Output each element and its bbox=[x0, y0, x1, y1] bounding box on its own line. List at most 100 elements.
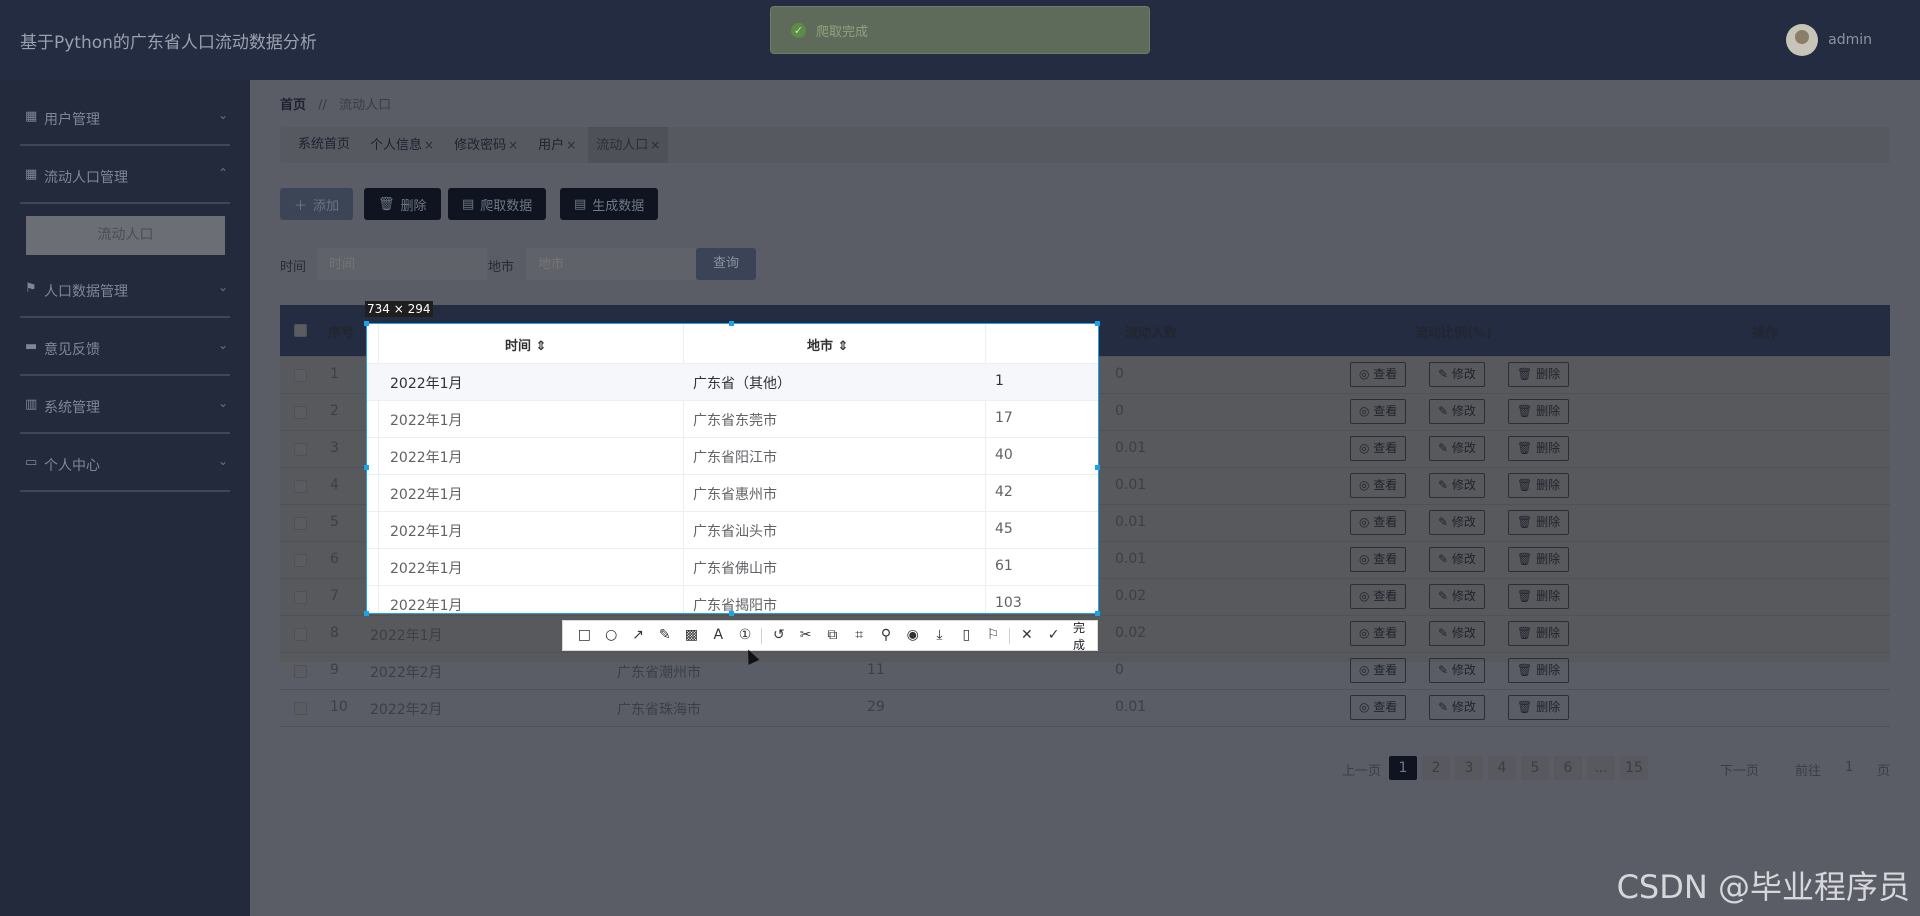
sidebar-item-personal-center[interactable]: ▭ 个人中心 ⌄ bbox=[0, 436, 250, 492]
query-button[interactable]: 查询 bbox=[696, 248, 756, 280]
row-checkbox[interactable] bbox=[294, 369, 307, 382]
resize-handle[interactable] bbox=[729, 611, 734, 616]
delete-row-button[interactable]: 🗑 删除 bbox=[1508, 362, 1570, 387]
sidebar-item-feedback[interactable]: ▬ 意见反馈 ⌄ bbox=[0, 320, 250, 376]
ellipse-tool-icon[interactable]: ○ bbox=[598, 620, 625, 651]
edit-button[interactable]: ✎ 修改 bbox=[1429, 658, 1485, 683]
resize-handle[interactable] bbox=[364, 321, 369, 326]
pencil-tool-icon[interactable]: ✎ bbox=[651, 620, 678, 651]
row-checkbox[interactable] bbox=[294, 591, 307, 604]
edit-button[interactable]: ✎ 修改 bbox=[1429, 473, 1485, 498]
edit-button[interactable]: ✎ 修改 bbox=[1429, 399, 1485, 424]
delete-button[interactable]: 🗑 删除 bbox=[364, 188, 441, 220]
breadcrumb-home[interactable]: 首页 bbox=[280, 98, 306, 113]
close-icon[interactable]: × bbox=[508, 138, 518, 152]
sidebar-item-user-management[interactable]: ▦ 用户管理 ⌄ bbox=[0, 90, 250, 146]
arrow-tool-icon[interactable]: ↗ bbox=[625, 620, 652, 651]
page-number-button[interactable]: 15 bbox=[1620, 756, 1648, 780]
translate-icon[interactable]: ⧉ bbox=[819, 620, 846, 651]
delete-row-button[interactable]: 🗑 删除 bbox=[1508, 547, 1570, 572]
city-input[interactable] bbox=[526, 248, 696, 280]
delete-row-button[interactable]: 🗑 删除 bbox=[1508, 510, 1570, 535]
avatar[interactable] bbox=[1786, 24, 1819, 56]
view-button[interactable]: ◎ 查看 bbox=[1350, 547, 1407, 572]
sort-icon[interactable]: ⇕ bbox=[536, 339, 547, 354]
view-button[interactable]: ◎ 查看 bbox=[1350, 473, 1407, 498]
sidebar-item-system-management[interactable]: ▥ 系统管理 ⌄ bbox=[0, 378, 250, 434]
edit-button[interactable]: ✎ 修改 bbox=[1429, 584, 1485, 609]
phone-icon[interactable]: ▯ bbox=[953, 620, 980, 651]
row-checkbox[interactable] bbox=[294, 517, 307, 530]
sort-icon[interactable]: ⇕ bbox=[838, 339, 849, 354]
edit-button[interactable]: ✎ 修改 bbox=[1429, 621, 1485, 646]
pin-icon[interactable]: ⚲ bbox=[873, 620, 900, 651]
text-tool-icon[interactable]: A bbox=[705, 620, 732, 651]
page-number-button[interactable]: ... bbox=[1587, 756, 1615, 780]
rectangle-tool-icon[interactable]: □ bbox=[571, 620, 598, 651]
time-input[interactable] bbox=[317, 248, 487, 280]
edit-button[interactable]: ✎ 修改 bbox=[1429, 695, 1485, 720]
tab-floating-population[interactable]: 流动人口 × bbox=[588, 127, 669, 163]
delete-row-button[interactable]: 🗑 删除 bbox=[1508, 621, 1570, 646]
goto-page-input[interactable]: 1 bbox=[1845, 760, 1853, 775]
page-number-button[interactable]: 3 bbox=[1455, 756, 1483, 780]
view-button[interactable]: ◎ 查看 bbox=[1350, 695, 1407, 720]
generate-data-button[interactable]: ▤ 生成数据 bbox=[560, 188, 659, 220]
row-checkbox[interactable] bbox=[294, 554, 307, 567]
resize-handle[interactable] bbox=[364, 465, 369, 470]
tab-home[interactable]: 系统首页 bbox=[290, 127, 358, 163]
edit-button[interactable]: ✎ 修改 bbox=[1429, 510, 1485, 535]
header-count[interactable]: 流动人数 bbox=[1125, 322, 1177, 341]
view-button[interactable]: ◎ 查看 bbox=[1350, 399, 1407, 424]
tab-change-password[interactable]: 修改密码 × bbox=[446, 127, 526, 163]
view-button[interactable]: ◎ 查看 bbox=[1350, 362, 1407, 387]
row-checkbox[interactable] bbox=[294, 443, 307, 456]
view-button[interactable]: ◎ 查看 bbox=[1350, 621, 1407, 646]
scissors-icon[interactable]: ✂ bbox=[792, 620, 819, 651]
page-number-button[interactable]: 2 bbox=[1422, 756, 1450, 780]
sidebar-item-floating-population-management[interactable]: ▦ 流动人口管理 ⌃ bbox=[0, 148, 250, 204]
edit-button[interactable]: ✎ 修改 bbox=[1429, 362, 1485, 387]
resize-handle[interactable] bbox=[1095, 465, 1100, 470]
header-ratio[interactable]: 流动比例(%) bbox=[1415, 322, 1492, 341]
row-checkbox[interactable] bbox=[294, 628, 307, 641]
header-city[interactable]: 地市 ⇕ bbox=[807, 335, 848, 354]
resize-handle[interactable] bbox=[1095, 611, 1100, 616]
page-number-button[interactable]: 4 bbox=[1488, 756, 1516, 780]
delete-row-button[interactable]: 🗑 删除 bbox=[1508, 399, 1570, 424]
edit-button[interactable]: ✎ 修改 bbox=[1429, 547, 1485, 572]
close-icon[interactable]: ✕ bbox=[1013, 620, 1040, 651]
row-checkbox[interactable] bbox=[294, 702, 307, 715]
delete-row-button[interactable]: 🗑 删除 bbox=[1508, 695, 1570, 720]
mosaic-tool-icon[interactable]: ▩ bbox=[678, 620, 705, 651]
ocr-icon[interactable]: ⌗ bbox=[846, 620, 873, 651]
user-menu[interactable]: admin bbox=[1786, 24, 1872, 56]
close-icon[interactable]: × bbox=[650, 138, 660, 152]
delete-row-button[interactable]: 🗑 删除 bbox=[1508, 658, 1570, 683]
view-button[interactable]: ◎ 查看 bbox=[1350, 658, 1407, 683]
delete-row-button[interactable]: 🗑 删除 bbox=[1508, 436, 1570, 461]
undo-icon[interactable]: ↺ bbox=[765, 620, 792, 651]
row-checkbox[interactable] bbox=[294, 480, 307, 493]
number-tool-icon[interactable]: ① bbox=[732, 620, 759, 651]
next-page-button[interactable]: 下一页 bbox=[1720, 760, 1759, 779]
view-button[interactable]: ◎ 查看 bbox=[1350, 436, 1407, 461]
crawl-data-button[interactable]: ▤ 爬取数据 bbox=[448, 188, 547, 220]
resize-handle[interactable] bbox=[364, 611, 369, 616]
page-number-button[interactable]: 1 bbox=[1389, 756, 1417, 780]
row-checkbox[interactable] bbox=[294, 665, 307, 678]
page-number-button[interactable]: 6 bbox=[1554, 756, 1582, 780]
view-button[interactable]: ◎ 查看 bbox=[1350, 584, 1407, 609]
table-row[interactable]: 10 2022年2月 广东省珠海市 29 0.01 ◎ 查看 ✎ 修改 🗑 删除 bbox=[280, 690, 1890, 727]
sidebar-item-population-data-management[interactable]: ⚑ 人口数据管理 ⌄ bbox=[0, 262, 250, 318]
capture-region[interactable]: 时间 ⇕ 地市 ⇕ 2022年1月 广东省（其他） 1 2022年1月 广东省东莞市 17 20… bbox=[366, 323, 1099, 614]
delete-row-button[interactable]: 🗑 删除 bbox=[1508, 584, 1570, 609]
submenu-item-floating-population[interactable]: 流动人口 bbox=[26, 216, 225, 255]
add-button[interactable]: ＋ 添加 bbox=[280, 188, 354, 220]
record-icon[interactable]: ◉ bbox=[899, 620, 926, 651]
delete-row-button[interactable]: 🗑 删除 bbox=[1508, 473, 1570, 498]
tab-users[interactable]: 用户 × bbox=[530, 127, 584, 163]
row-checkbox[interactable] bbox=[294, 406, 307, 419]
select-all-checkbox[interactable] bbox=[294, 324, 307, 337]
table-row[interactable]: 9 2022年2月 广东省潮州市 11 0 ◎ 查看 ✎ 修改 🗑 删除 bbox=[280, 653, 1890, 690]
